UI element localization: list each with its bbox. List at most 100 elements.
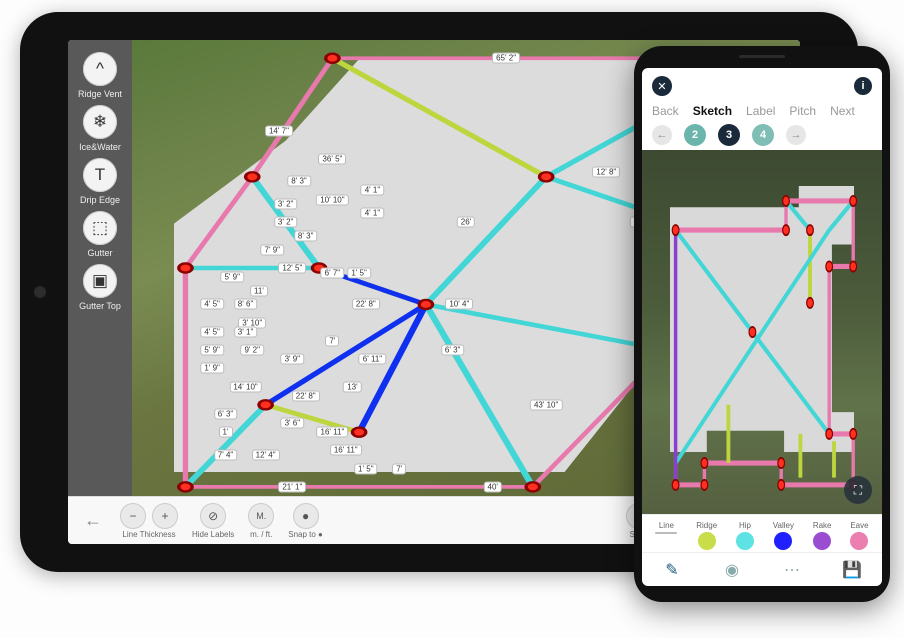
thickness-plus-button[interactable]: + [152,503,178,529]
measurement-label: 3' 2" [274,199,298,210]
nav-tools-icon[interactable]: ✎ [661,559,683,581]
measurement-label: 1' [219,427,233,438]
hip-line [676,230,830,463]
legend-label: Hip [739,521,751,530]
measurement-label: 22' 8" [292,390,320,401]
sidebar-item-label: Ridge Vent [78,89,122,99]
step-2[interactable]: 2 [684,124,706,146]
legend-label: Rake [813,521,832,530]
nav-visibility-icon[interactable]: ◉ [721,559,743,581]
close-button[interactable]: ✕ [652,76,672,96]
measurement-label: 12' 8" [592,167,620,178]
measurement-label: 7' 4" [214,449,238,460]
legend: Line Ridge Hip Valley Rake Eave [642,514,882,552]
eave-swatch [850,532,868,550]
measurement-label: 3' 9" [281,354,305,365]
measurement-label: 12' 5" [278,263,306,274]
tab-label[interactable]: Label [746,104,775,118]
measurement-label: 14' 10" [229,381,261,392]
measurement-label: 3' 2" [274,217,298,228]
measurement-label: 4' 1" [361,208,385,219]
hip-line [829,201,853,230]
measurement-label: 10' 4" [445,299,473,310]
hip-line [426,177,546,305]
sidebar-item-ridge-vent[interactable]: ^ Ridge Vent [78,52,122,99]
sidebar-item-gutter[interactable]: ⬚ Gutter [83,211,117,258]
tab-pitch[interactable]: Pitch [789,104,816,118]
measurement-label: 8' 6" [234,299,258,310]
snap-button[interactable]: ● [293,503,319,529]
sidebar-item-label: Gutter Top [79,301,121,311]
legend-eave[interactable]: Eave [850,521,868,550]
measurement-label: 36' 5" [318,153,346,164]
sidebar-item-drip-edge[interactable]: T Drip Edge [80,158,120,205]
phone-bottom-nav: ✎ ◉ ⋯ 💾 [642,552,882,586]
legend-rake[interactable]: Rake [813,521,832,550]
thickness-minus-button[interactable]: − [120,503,146,529]
nav-save-icon[interactable]: 💾 [841,559,863,581]
phone-sketch-canvas[interactable]: ⛶ [642,150,882,514]
legend-hip[interactable]: Hip [736,521,754,550]
tab-next[interactable]: Next [830,104,855,118]
measurement-label: 10' 10" [316,194,348,205]
gutter-top-icon: ▣ [83,264,117,298]
measurement-label: 43' 10" [530,399,562,410]
units-group: M. m. / ft. [248,503,274,539]
hip-swatch [736,532,754,550]
drip-edge-icon: T [83,158,117,192]
info-button[interactable]: i [854,77,872,95]
hip-line [786,201,810,230]
measurement-label: 16' 11" [316,427,348,438]
snowflake-icon: ❄ [83,105,117,139]
legend-label: Eave [850,521,868,530]
eave-line [676,201,854,485]
measurement-label: 21' 1" [278,481,306,492]
measurement-label: 6' 3" [441,345,465,356]
measurement-label: 12' 4" [252,449,280,460]
hide-labels-group: ⊘ Hide Labels [192,503,234,539]
step-indicator: ← 2 3 4 → [652,124,872,146]
tab-sketch[interactable]: Sketch [693,104,732,118]
rake-swatch [813,532,831,550]
hip-line [426,304,533,486]
units-button[interactable]: M. [248,503,274,529]
measurement-label: 1' 9" [200,363,224,374]
legend-line[interactable]: Line [655,521,677,550]
hip-line [426,304,666,350]
measurement-label: 6' 3" [214,408,238,419]
legend-valley[interactable]: Valley [773,521,794,550]
measurement-label: 9' 2" [240,345,264,356]
legend-label: Valley [773,521,794,530]
legend-label: Line [659,521,674,530]
legend-label: Ridge [696,521,717,530]
expand-button[interactable]: ⛶ [844,476,872,504]
phone-tabs: Back Sketch Label Pitch Next [652,104,872,118]
step-3[interactable]: 3 [718,124,740,146]
sidebar-item-label: Ice&Water [79,142,121,152]
hide-labels-button[interactable]: ⊘ [200,503,226,529]
toolbar-label: Snap to ● [288,530,323,539]
measurement-label: 1' 5" [354,463,378,474]
measurement-label: 8' 3" [287,176,311,187]
valley-swatch [774,532,792,550]
nav-more-icon[interactable]: ⋯ [781,559,803,581]
phone-screen: ✕ i Back Sketch Label Pitch Next ← 2 3 4… [642,68,882,586]
ridge-line [332,58,546,177]
sidebar-item-gutter-top[interactable]: ▣ Gutter Top [79,264,121,311]
measurement-label: 3' 6" [281,418,305,429]
tablet-home-button[interactable] [34,286,46,298]
measurement-label: 14' 7" [265,126,293,137]
measurement-label: 1' 5" [347,267,371,278]
ridge-swatch [698,532,716,550]
measurement-label: 13' [343,381,361,392]
sidebar-item-label: Gutter [87,248,112,258]
measurement-label: 65' 2" [492,53,520,64]
tab-back[interactable]: Back [652,104,679,118]
step-prev-button[interactable]: ← [652,125,672,145]
legend-ridge[interactable]: Ridge [696,521,717,550]
step-4[interactable]: 4 [752,124,774,146]
step-next-button[interactable]: → [786,125,806,145]
measurement-label: 4' 1" [361,185,385,196]
back-button[interactable]: ← [80,510,106,531]
sidebar-item-ice-water[interactable]: ❄ Ice&Water [79,105,121,152]
